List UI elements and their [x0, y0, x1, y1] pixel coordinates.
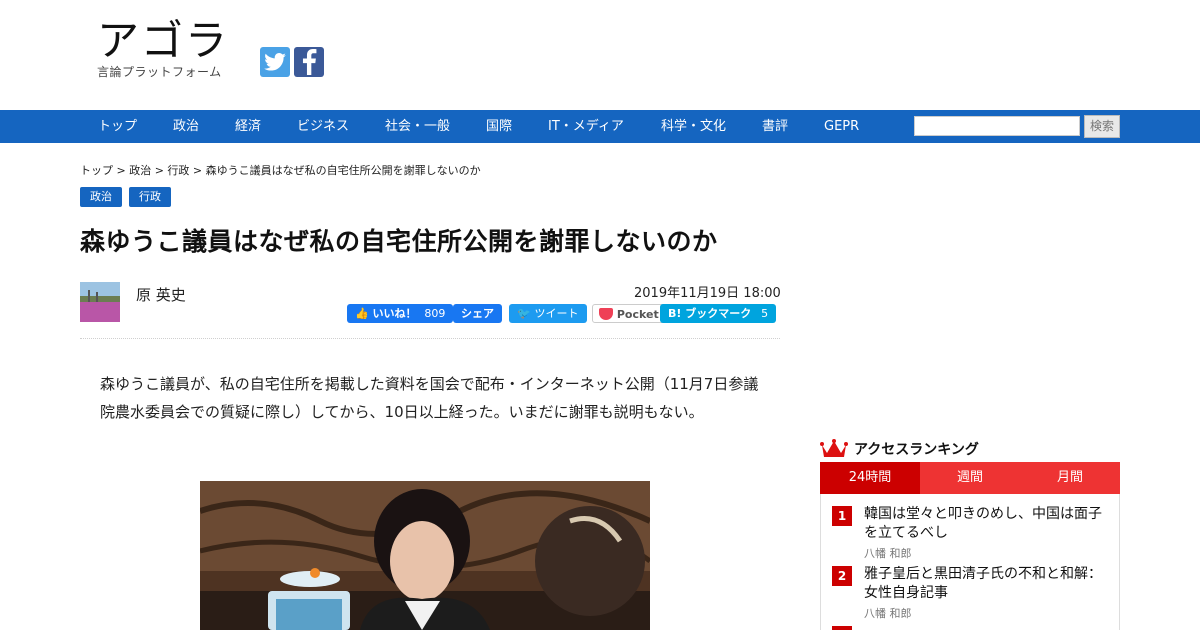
nav-item-books[interactable]: 書評	[762, 110, 788, 143]
like-count: 809	[424, 307, 446, 320]
crown-icon	[820, 439, 848, 457]
breadcrumb[interactable]: トップ > 政治 > 行政 > 森ゆうこ議員はなぜ私の自宅住所公開を謝罪しないの…	[80, 162, 481, 178]
nav-item-science[interactable]: 科学・文化	[661, 110, 726, 143]
twitter-bird-icon: 🐦	[517, 307, 531, 320]
article-title: 森ゆうこ議員はなぜ私の自宅住所公開を謝罪しないのか	[80, 227, 718, 256]
rank-number: 1	[832, 506, 852, 526]
ranking-header: アクセスランキング	[820, 437, 979, 461]
nav-item-it-media[interactable]: IT・メディア	[548, 110, 624, 143]
hatena-label: B! ブックマーク	[668, 307, 752, 320]
social-links	[260, 47, 324, 77]
facebook-share-button[interactable]: シェア	[453, 304, 502, 323]
site-header: アゴラ 言論プラットフォーム	[0, 0, 1200, 110]
main-nav: トップ 政治 経済 ビジネス 社会・一般 国際 IT・メディア 科学・文化 書評…	[0, 110, 1200, 143]
tweet-button[interactable]: 🐦 ツイート	[509, 304, 587, 323]
ranking-title: アクセスランキング	[854, 442, 979, 458]
ranking-item-author[interactable]: 八幡 和郎	[864, 545, 912, 561]
facebook-like-button[interactable]: 👍 いいね！ 809	[347, 304, 454, 323]
ranking-tabs: 24時間 週間 月間	[820, 462, 1120, 494]
rank-number	[832, 626, 852, 630]
site-logo[interactable]: アゴラ 言論プラットフォーム	[97, 18, 229, 80]
tag-administration[interactable]: 行政	[129, 187, 171, 207]
tab-24h[interactable]: 24時間	[820, 462, 920, 494]
pocket-icon	[599, 308, 613, 320]
nav-item-top[interactable]: トップ	[98, 110, 137, 143]
nav-item-economy[interactable]: 経済	[235, 110, 261, 143]
author-name[interactable]: 原 英史	[136, 284, 186, 305]
thumbs-up-icon: 👍	[355, 307, 369, 320]
article-body: 森ゆうこ議員が、私の自宅住所を掲載した資料を国会で配布・インターネット公開（11…	[100, 375, 759, 421]
nav-item-international[interactable]: 国際	[486, 110, 512, 143]
hatena-bookmark-button[interactable]: B! ブックマーク 5	[660, 304, 777, 323]
facebook-icon[interactable]	[294, 47, 324, 77]
tab-weekly[interactable]: 週間	[920, 462, 1020, 494]
author-avatar[interactable]	[80, 282, 120, 322]
nav-item-business[interactable]: ビジネス	[297, 110, 349, 143]
rank-number: 2	[832, 566, 852, 586]
article-photo	[200, 481, 650, 630]
search-button[interactable]: 検索	[1084, 115, 1120, 138]
search-input[interactable]	[914, 116, 1080, 136]
pocket-label: Pocket	[616, 308, 659, 321]
tab-monthly[interactable]: 月間	[1020, 462, 1120, 494]
ranking-item-title[interactable]: 韓国は堂々と叩きのめし、中国は面子を立てるべし	[864, 505, 1109, 543]
ranking-item-title[interactable]: 雅子皇后と黒田清子氏の不和と和解：女性自身記事	[864, 565, 1109, 603]
like-label: いいね！	[372, 307, 417, 320]
pocket-button[interactable]: Pocket	[592, 304, 666, 323]
nav-item-society[interactable]: 社会・一般	[385, 110, 450, 143]
meta-divider	[80, 338, 780, 339]
publish-date: 2019年11月19日 18:00	[634, 286, 781, 301]
nav-item-politics[interactable]: 政治	[173, 110, 199, 143]
nav-item-gepr[interactable]: GEPR	[824, 110, 859, 143]
tweet-label: ツイート	[534, 307, 579, 320]
ranking-item-author[interactable]: 八幡 和郎	[864, 605, 912, 621]
tag-politics[interactable]: 政治	[80, 187, 122, 207]
logo-subtitle: 言論プラットフォーム	[97, 65, 222, 79]
hatena-count: 5	[761, 307, 769, 320]
twitter-icon[interactable]	[260, 47, 290, 77]
logo-title: アゴラ	[97, 16, 230, 65]
